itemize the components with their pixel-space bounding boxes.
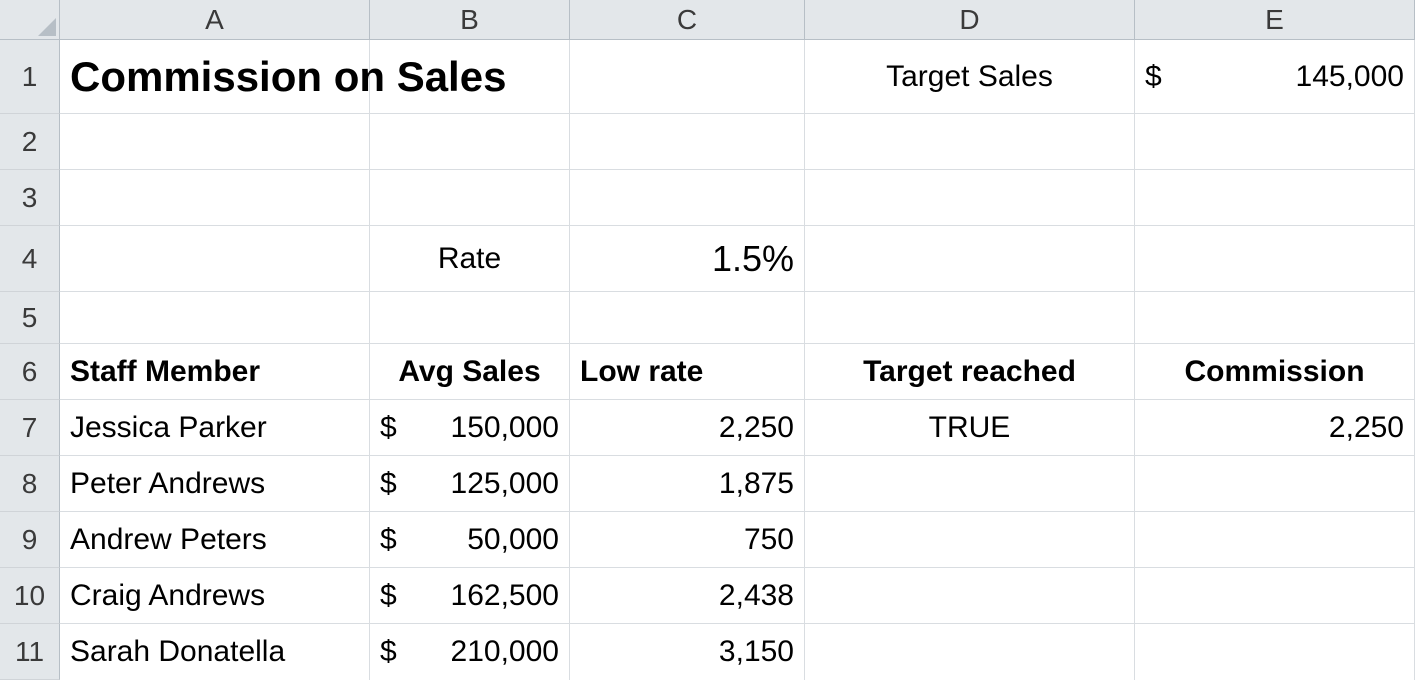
cell-A3[interactable]: [60, 170, 370, 226]
staff-name[interactable]: Sarah Donatella: [60, 624, 370, 680]
staff-name[interactable]: Craig Andrews: [60, 568, 370, 624]
staff-target[interactable]: TRUE: [805, 400, 1135, 456]
header-staff[interactable]: Staff Member: [60, 344, 370, 400]
cell-B3[interactable]: [370, 170, 570, 226]
staff-name[interactable]: Jessica Parker: [60, 400, 370, 456]
cell-A4[interactable]: [60, 226, 370, 292]
staff-low[interactable]: 3,150: [570, 624, 805, 680]
row-header-5[interactable]: 5: [0, 292, 60, 344]
staff-target[interactable]: [805, 624, 1135, 680]
avg-sales-value: 210,000: [451, 635, 559, 669]
row-header-2[interactable]: 2: [0, 114, 60, 170]
row-header-9[interactable]: 9: [0, 512, 60, 568]
cell-D5[interactable]: [805, 292, 1135, 344]
staff-comm[interactable]: [1135, 568, 1415, 624]
cell-C2[interactable]: [570, 114, 805, 170]
staff-target[interactable]: [805, 456, 1135, 512]
cell-C1[interactable]: [570, 40, 805, 114]
row-header-8[interactable]: 8: [0, 456, 60, 512]
cell-D1[interactable]: Target Sales: [805, 40, 1135, 114]
cell-D2[interactable]: [805, 114, 1135, 170]
row-header-10[interactable]: 10: [0, 568, 60, 624]
cell-C4[interactable]: 1.5%: [570, 226, 805, 292]
staff-low[interactable]: 2,250: [570, 400, 805, 456]
avg-sales-value: 150,000: [451, 411, 559, 445]
currency-symbol: $: [380, 635, 397, 669]
header-target[interactable]: Target reached: [805, 344, 1135, 400]
staff-avg[interactable]: $210,000: [370, 624, 570, 680]
cell-D3[interactable]: [805, 170, 1135, 226]
cell-C5[interactable]: [570, 292, 805, 344]
header-low[interactable]: Low rate: [570, 344, 805, 400]
cell-D4[interactable]: [805, 226, 1135, 292]
select-all-corner[interactable]: [0, 0, 60, 40]
staff-low[interactable]: 2,438: [570, 568, 805, 624]
staff-comm[interactable]: 2,250: [1135, 400, 1415, 456]
cell-B4[interactable]: Rate: [370, 226, 570, 292]
staff-low[interactable]: 750: [570, 512, 805, 568]
target-sales-value: 145,000: [1296, 60, 1404, 94]
column-header-B[interactable]: B: [370, 0, 570, 40]
cell-E2[interactable]: [1135, 114, 1415, 170]
currency-symbol: $: [1145, 60, 1162, 94]
staff-avg[interactable]: $162,500: [370, 568, 570, 624]
avg-sales-value: 125,000: [451, 467, 559, 501]
header-comm[interactable]: Commission: [1135, 344, 1415, 400]
row-header-1[interactable]: 1: [0, 40, 60, 114]
row-header-4[interactable]: 4: [0, 226, 60, 292]
column-header-E[interactable]: E: [1135, 0, 1415, 40]
cell-E5[interactable]: [1135, 292, 1415, 344]
staff-comm[interactable]: [1135, 512, 1415, 568]
row-header-7[interactable]: 7: [0, 400, 60, 456]
staff-low[interactable]: 1,875: [570, 456, 805, 512]
currency-symbol: $: [380, 411, 397, 445]
currency-symbol: $: [380, 467, 397, 501]
avg-sales-value: 162,500: [451, 579, 559, 613]
row-header-11[interactable]: 11: [0, 624, 60, 680]
cell-B5[interactable]: [370, 292, 570, 344]
cell-A1[interactable]: Commission on Sales: [60, 40, 370, 114]
staff-avg[interactable]: $150,000: [370, 400, 570, 456]
cell-E3[interactable]: [1135, 170, 1415, 226]
column-header-A[interactable]: A: [60, 0, 370, 40]
currency-symbol: $: [380, 579, 397, 613]
staff-target[interactable]: [805, 512, 1135, 568]
cell-B2[interactable]: [370, 114, 570, 170]
cell-B1[interactable]: [370, 40, 570, 114]
column-header-D[interactable]: D: [805, 0, 1135, 40]
staff-name[interactable]: Andrew Peters: [60, 512, 370, 568]
staff-comm[interactable]: [1135, 624, 1415, 680]
row-header-6[interactable]: 6: [0, 344, 60, 400]
row-header-3[interactable]: 3: [0, 170, 60, 226]
spreadsheet-grid[interactable]: ABCDE1Commission on SalesTarget Sales$14…: [0, 0, 1417, 680]
avg-sales-value: 50,000: [467, 523, 559, 557]
staff-target[interactable]: [805, 568, 1135, 624]
cell-E4[interactable]: [1135, 226, 1415, 292]
staff-name[interactable]: Peter Andrews: [60, 456, 370, 512]
cell-C3[interactable]: [570, 170, 805, 226]
staff-avg[interactable]: $50,000: [370, 512, 570, 568]
currency-symbol: $: [380, 523, 397, 557]
cell-A5[interactable]: [60, 292, 370, 344]
column-header-C[interactable]: C: [570, 0, 805, 40]
header-avg[interactable]: Avg Sales: [370, 344, 570, 400]
staff-avg[interactable]: $125,000: [370, 456, 570, 512]
cell-E1[interactable]: $145,000: [1135, 40, 1415, 114]
cell-A2[interactable]: [60, 114, 370, 170]
staff-comm[interactable]: [1135, 456, 1415, 512]
